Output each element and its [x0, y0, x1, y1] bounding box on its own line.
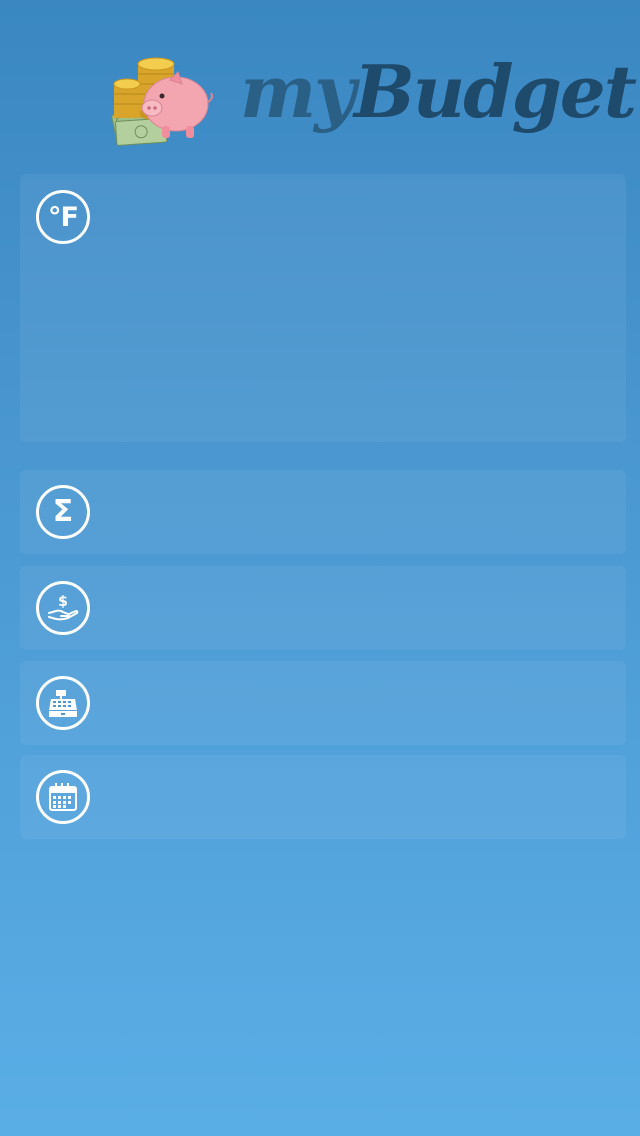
- fahrenheit-icon[interactable]: °F: [36, 190, 90, 244]
- app-header: myBudget: [0, 0, 640, 170]
- app-title-prefix: my: [240, 49, 356, 134]
- total-panel[interactable]: Σ: [20, 470, 626, 554]
- hand-dollar-icon[interactable]: $: [36, 581, 90, 635]
- calendar-icon[interactable]: [36, 770, 90, 824]
- weather-panel[interactable]: °F: [20, 174, 626, 442]
- app-title: myBudget: [240, 42, 637, 142]
- expenses-panel[interactable]: [20, 661, 626, 745]
- sigma-sum-icon[interactable]: Σ: [36, 485, 90, 539]
- calendar-panel[interactable]: [20, 755, 626, 839]
- piggy-bank-icon: [108, 50, 218, 150]
- sigma-symbol: Σ: [52, 494, 74, 529]
- app-title-main: Budget: [354, 49, 637, 134]
- income-panel[interactable]: $: [20, 566, 626, 650]
- fahrenheit-symbol: °F: [48, 201, 79, 233]
- cash-register-icon[interactable]: [36, 676, 90, 730]
- svg-text:$: $: [58, 594, 68, 610]
